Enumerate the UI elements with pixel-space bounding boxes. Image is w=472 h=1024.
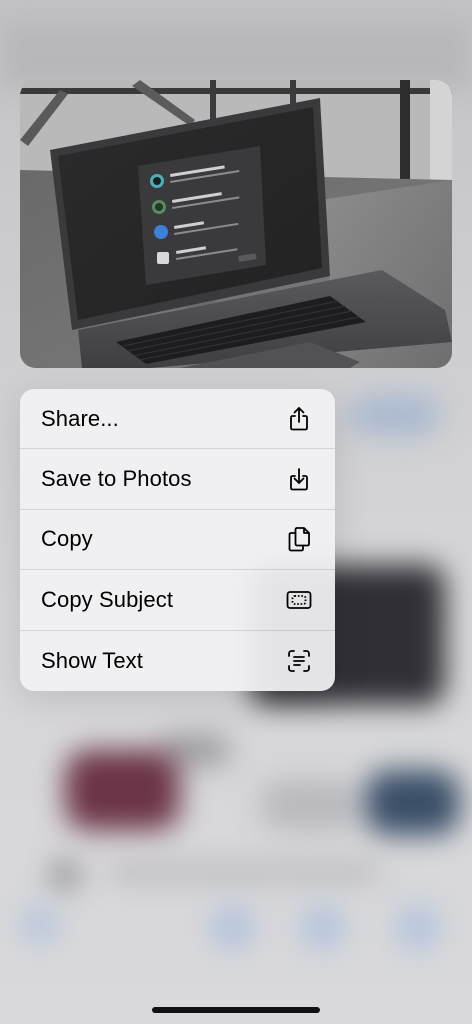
live-text-icon	[285, 647, 313, 675]
menu-item-label: Copy Subject	[41, 586, 174, 612]
menu-item-save-to-photos[interactable]: Save to Photos	[20, 449, 335, 510]
menu-item-label: Save to Photos	[41, 466, 192, 492]
menu-item-label: Share...	[41, 405, 119, 431]
menu-item-copy-subject[interactable]: Copy Subject	[20, 570, 335, 631]
blurred-button-4	[395, 905, 440, 950]
blurred-button-3	[300, 905, 345, 950]
menu-item-label: Copy	[41, 526, 93, 552]
blurred-blue-thumbnail	[365, 770, 460, 835]
blurred-light-thumbnail	[260, 780, 360, 830]
blurred-button-1	[20, 905, 60, 945]
share-icon	[285, 405, 313, 433]
blurred-text-line	[110, 865, 380, 879]
menu-item-show-text[interactable]: Show Text	[20, 631, 335, 691]
menu-item-copy[interactable]: Copy	[20, 510, 335, 571]
context-menu: Share... Save to Photos Copy Copy Subjec…	[20, 389, 335, 691]
copy-subject-icon	[285, 586, 313, 614]
laptop-photo	[20, 80, 452, 368]
blurred-magenta-thumbnail	[65, 750, 180, 830]
image-preview[interactable]	[20, 80, 452, 368]
menu-item-label: Show Text	[41, 647, 143, 673]
blurred-blue-element	[350, 395, 440, 435]
save-download-icon	[285, 465, 313, 493]
copy-icon	[285, 525, 313, 553]
menu-item-share[interactable]: Share...	[20, 389, 335, 450]
blurred-button-2	[210, 905, 255, 950]
home-indicator[interactable]	[152, 1007, 320, 1013]
blurred-icon-left	[50, 860, 80, 890]
